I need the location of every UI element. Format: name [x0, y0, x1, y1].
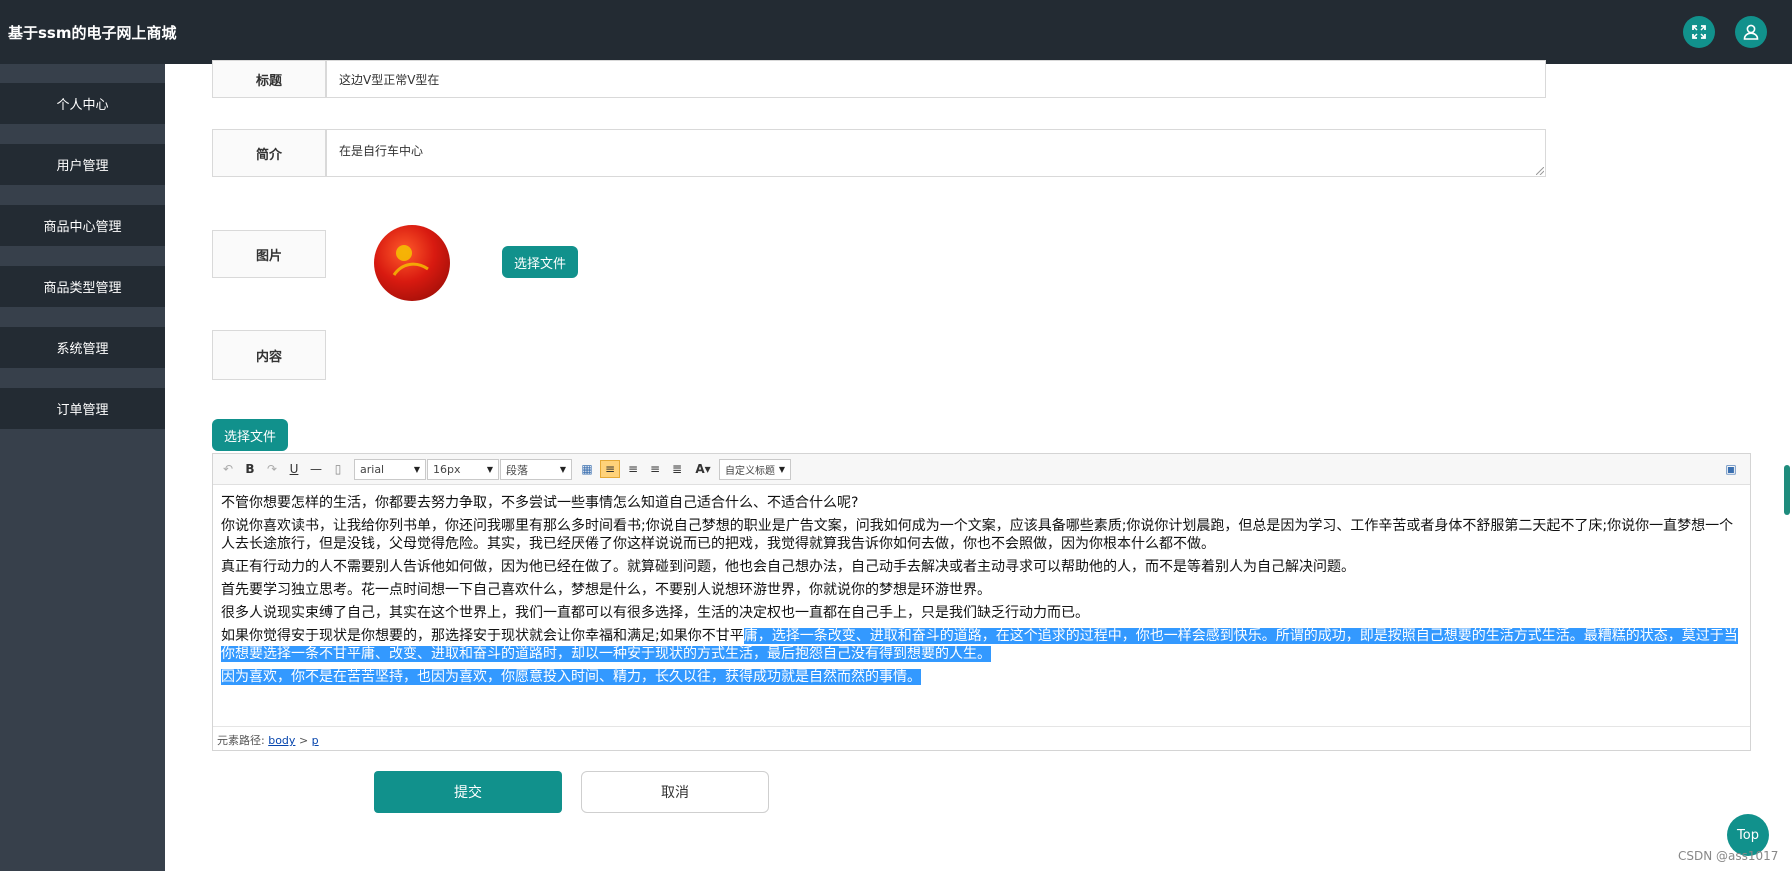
table-icon[interactable]: ▦: [579, 460, 595, 478]
align-center-icon[interactable]: ≡: [647, 460, 663, 478]
element-path-body-link[interactable]: body: [268, 734, 295, 747]
rich-text-editor[interactable]: ↶ B ↷ U — ▯ arial ▼ 16px ▼ 段落 ▼ ▦ ≡ ≡ ≡ ≣ A…: [212, 453, 1751, 751]
paragraph-select[interactable]: 段落 ▼: [500, 459, 572, 480]
watermark: CSDN @ass1017: [1678, 849, 1779, 863]
title-input[interactable]: 这边V型正常V型在: [326, 60, 1546, 98]
fullscreen-button[interactable]: [1683, 16, 1715, 48]
sidebar-item-product-type[interactable]: 商品类型管理: [0, 266, 165, 307]
title-label: 标题: [212, 60, 326, 98]
editor-toolbar: ↶ B ↷ U — ▯ arial ▼ 16px ▼ 段落 ▼ ▦ ≡ ≡ ≡ ≣ A…: [213, 454, 1750, 485]
sidebar-item-label: 用户管理: [56, 159, 109, 174]
font-size-select[interactable]: 16px ▼: [427, 459, 499, 480]
sidebar-item-orders[interactable]: 订单管理: [0, 388, 165, 429]
sidebar-item-product-center[interactable]: 商品中心管理: [0, 205, 165, 246]
editor-content[interactable]: 不管你想要怎样的生活，你都要去努力争取，不多尝试一些事情怎么知道自己适合什么、不…: [221, 494, 1741, 691]
submit-button[interactable]: 提交: [374, 771, 562, 813]
sidebar-item-user-management[interactable]: 用户管理: [0, 144, 165, 185]
resize-handle-icon: [1536, 167, 1544, 175]
content-paragraph: 你说你喜欢读书，让我给你列书单，你还问我哪里有那么多时间看书;你说自己梦想的职业…: [221, 518, 1734, 552]
align-left-icon[interactable]: ≡: [600, 460, 620, 478]
product-image: [374, 225, 450, 301]
app-title: 基于ssm的电子网上商城: [8, 24, 177, 42]
fullscreen-editor-icon[interactable]: ▣: [1723, 460, 1739, 478]
sidebar: 个人中心 用户管理 商品中心管理 商品类型管理 系统管理 订单管理: [0, 64, 165, 871]
document-icon[interactable]: ▯: [331, 460, 345, 478]
horizontal-rule-icon[interactable]: —: [309, 460, 323, 478]
sidebar-item-label: 系统管理: [56, 342, 109, 357]
emblem-icon: [392, 245, 429, 276]
custom-title-select[interactable]: 自定义标题 ▼: [719, 459, 791, 480]
content-paragraph: 如果你觉得安于现状是你想要的，那选择安于现状就会让你幸福和满足;如果你不甘平庸，…: [221, 627, 1741, 663]
element-path-separator: >: [298, 734, 309, 747]
font-family-value: arial: [360, 463, 385, 476]
sidebar-item-system[interactable]: 系统管理: [0, 327, 165, 368]
chevron-down-icon: ▼: [486, 465, 493, 474]
font-family-select[interactable]: arial ▼: [354, 459, 426, 480]
element-path-label: 元素路径:: [217, 734, 265, 747]
content-paragraph: 首先要学习独立思考。花一点时间想一下自己喜欢什么，梦想是什么，不要别人说想环游世…: [221, 582, 991, 598]
font-size-value: 16px: [433, 463, 461, 476]
content-paragraph: 因为喜欢，你不是在苦苦坚持，也因为喜欢，你愿意投入时间、精力，长久以往，获得成功…: [221, 668, 1741, 686]
align-right-icon[interactable]: ≡: [625, 460, 641, 478]
choose-image-button[interactable]: 选择文件: [502, 246, 578, 278]
user-icon: [1743, 24, 1759, 40]
intro-label: 简介: [212, 129, 326, 177]
cancel-button[interactable]: 取消: [581, 771, 769, 813]
content-paragraph: 很多人说现实束缚了自己，其实在这个世界上，我们一直都可以有很多选择，生活的决定权…: [221, 605, 1089, 621]
scrollbar-thumb[interactable]: [1784, 465, 1790, 515]
main-content: 标题 这边V型正常V型在 简介 在是自行车中心 图片 选择文件 内容 选择文件 …: [165, 60, 1792, 871]
undo-icon[interactable]: ↶: [221, 460, 235, 478]
redo-icon[interactable]: ↷: [265, 460, 279, 478]
paragraph-value: 段落: [506, 463, 528, 477]
chevron-down-icon: ▼: [413, 465, 420, 474]
content-paragraph: 真正有行动力的人不需要别人告诉他如何做，因为他已经在做了。就算碰到问题，他也会自…: [221, 559, 1355, 575]
chevron-down-icon: ▼: [559, 465, 566, 474]
custom-title-value: 自定义标题: [725, 466, 775, 477]
sidebar-item-label: 商品类型管理: [43, 281, 122, 296]
bold-icon[interactable]: B: [243, 460, 257, 478]
intro-text: 在是自行车中心: [339, 144, 424, 158]
underline-icon[interactable]: U: [287, 460, 301, 478]
align-justify-icon[interactable]: ≣: [669, 460, 685, 478]
font-color-icon[interactable]: A▾: [691, 460, 715, 478]
image-label: 图片: [212, 230, 326, 278]
sidebar-item-label: 订单管理: [56, 403, 109, 418]
content-label: 内容: [212, 330, 326, 380]
sidebar-item-label: 个人中心: [56, 98, 109, 113]
content-paragraph: 不管你想要怎样的生活，你都要去努力争取，不多尝试一些事情怎么知道自己适合什么、不…: [221, 495, 859, 511]
intro-textarea[interactable]: 在是自行车中心: [326, 129, 1546, 177]
sidebar-item-label: 商品中心管理: [43, 220, 122, 235]
selected-text: 因为喜欢，你不是在苦苦坚持，也因为喜欢，你愿意投入时间、精力，长久以往，获得成功…: [221, 669, 921, 685]
element-path-bar: 元素路径: body > p: [213, 726, 1750, 750]
element-path-p-link[interactable]: p: [312, 734, 319, 747]
top-bar: 基于ssm的电子网上商城: [0, 0, 1792, 64]
user-button[interactable]: [1735, 16, 1767, 48]
expand-icon: [1692, 25, 1706, 39]
sidebar-item-personal-center[interactable]: 个人中心: [0, 83, 165, 124]
content-text: 如果你觉得安于现状是你想要的，那选择安于现状就会让你幸福和满足;如果你不甘平: [221, 628, 744, 644]
content-choose-file-button[interactable]: 选择文件: [212, 419, 288, 451]
chevron-down-icon: ▼: [778, 465, 785, 474]
